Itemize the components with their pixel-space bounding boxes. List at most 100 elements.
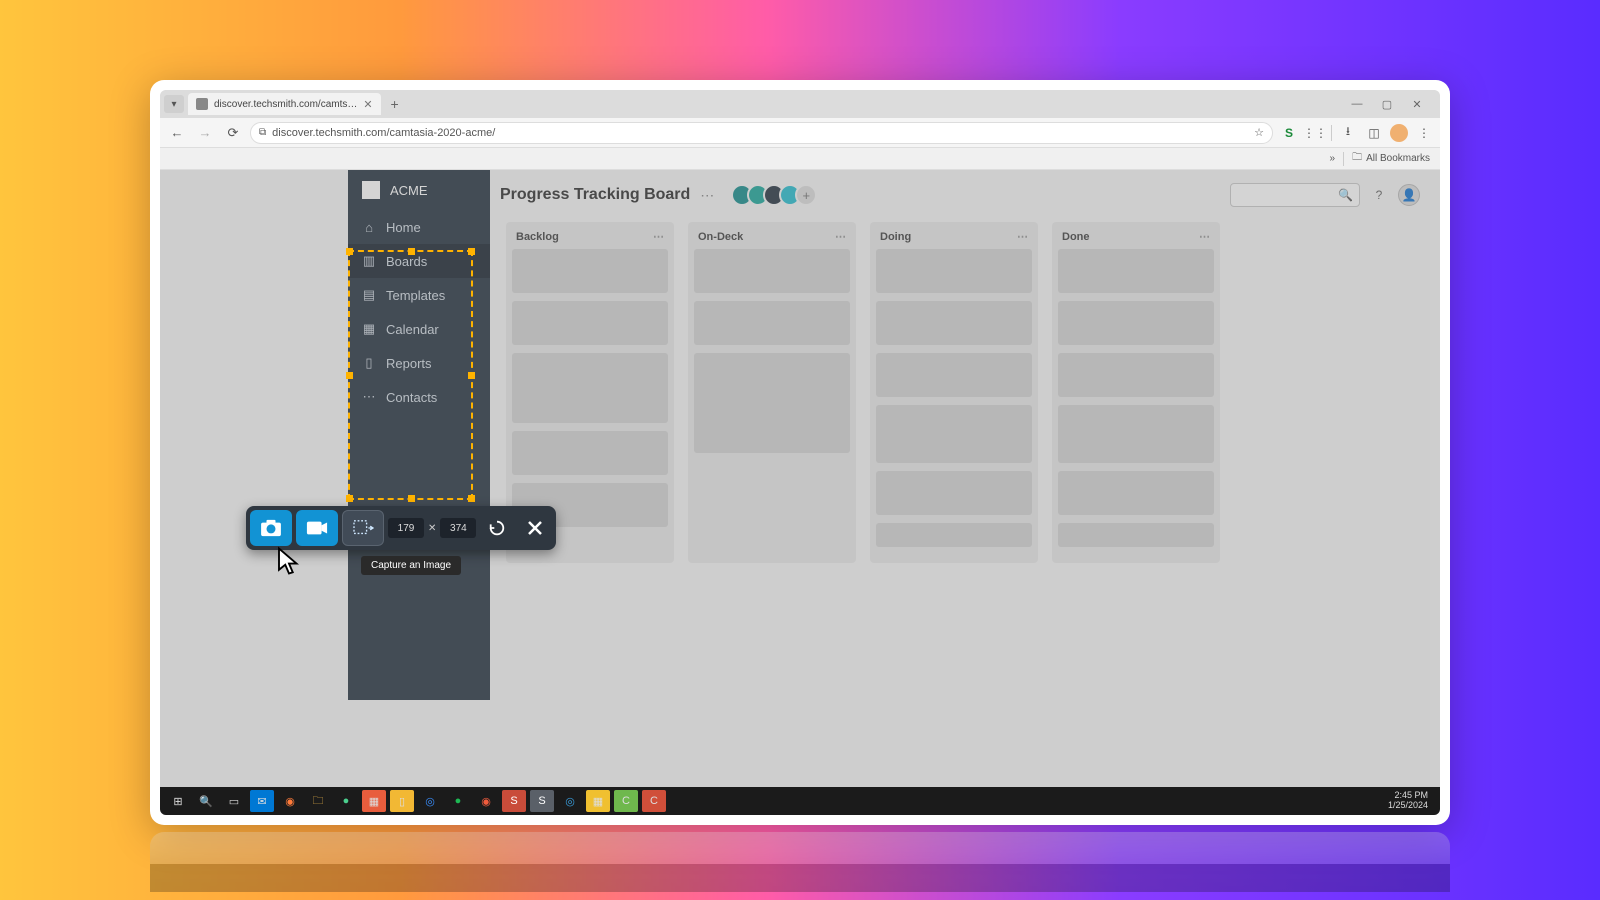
- extensions-icon[interactable]: ⋮⋮: [1305, 123, 1325, 143]
- board-card[interactable]: [1058, 353, 1214, 397]
- region-select-button[interactable]: [342, 510, 384, 546]
- column-title: Done: [1062, 231, 1090, 243]
- workspace-logo: [362, 181, 380, 199]
- reset-selection-button[interactable]: [480, 510, 514, 546]
- all-bookmarks-button[interactable]: 🗀 All Bookmarks: [1352, 150, 1430, 167]
- board-menu-icon[interactable]: ⋯: [700, 187, 715, 204]
- forward-button[interactable]: →: [194, 122, 216, 144]
- sidebar-item-reports[interactable]: ▯ Reports: [348, 346, 490, 380]
- minimize-button[interactable]: —: [1346, 98, 1368, 111]
- sidebar-label: Contacts: [386, 390, 437, 405]
- board-card[interactable]: [876, 471, 1032, 515]
- board-card[interactable]: [694, 353, 850, 453]
- downloads-icon[interactable]: ⭳: [1338, 123, 1358, 143]
- taskbar-app[interactable]: ◉: [474, 790, 498, 812]
- board-card[interactable]: [1058, 523, 1214, 547]
- taskbar-app[interactable]: ▦: [362, 790, 386, 812]
- selection-height[interactable]: 374: [440, 518, 476, 538]
- site-info-icon[interactable]: ⧉: [259, 127, 266, 138]
- taskbar-app[interactable]: ◎: [418, 790, 442, 812]
- column-menu-icon[interactable]: ⋯: [653, 230, 664, 243]
- cancel-capture-button[interactable]: [518, 510, 552, 546]
- taskbar-app[interactable]: S: [530, 790, 554, 812]
- sidebar-item-calendar[interactable]: ▦ Calendar: [348, 312, 490, 346]
- extension-snagit-icon[interactable]: S: [1279, 123, 1299, 143]
- board-column: Done ⋯: [1052, 222, 1220, 563]
- board-card[interactable]: [876, 301, 1032, 345]
- tab-search-button[interactable]: ▾: [164, 95, 184, 113]
- clock-date: 1/25/2024: [1388, 801, 1428, 811]
- taskbar-app[interactable]: C: [614, 790, 638, 812]
- board-card[interactable]: [1058, 301, 1214, 345]
- board-card[interactable]: [512, 353, 668, 423]
- column-menu-icon[interactable]: ⋯: [835, 230, 846, 243]
- close-tab-icon[interactable]: ✕: [363, 98, 372, 111]
- column-header: Done ⋯: [1058, 230, 1214, 249]
- board-card[interactable]: [694, 301, 850, 345]
- favicon: [196, 98, 208, 110]
- taskbar-app[interactable]: ▦: [586, 790, 610, 812]
- sidebar-item-contacts[interactable]: ⋯ Contacts: [348, 380, 490, 414]
- board-card[interactable]: [876, 405, 1032, 463]
- column-menu-icon[interactable]: ⋯: [1017, 230, 1028, 243]
- taskbar-app[interactable]: 🗀: [306, 790, 330, 812]
- board-card[interactable]: [512, 301, 668, 345]
- sidebar-label: Boards: [386, 254, 427, 269]
- board-card[interactable]: [876, 249, 1032, 293]
- sidebar-item-boards[interactable]: ▥ Boards: [348, 244, 490, 278]
- board-card[interactable]: [694, 249, 850, 293]
- profile-avatar[interactable]: [1390, 124, 1408, 142]
- board-card[interactable]: [1058, 249, 1214, 293]
- capture-image-button[interactable]: [250, 510, 292, 546]
- user-avatar-button[interactable]: 👤: [1398, 184, 1420, 206]
- browser-tabbar: ▾ discover.techsmith.com/camts… ✕ + — ▢ …: [160, 90, 1440, 118]
- system-clock[interactable]: 2:45 PM 1/25/2024: [1388, 791, 1434, 811]
- maximize-button[interactable]: ▢: [1376, 98, 1398, 111]
- board-search[interactable]: 🔍: [1230, 183, 1360, 207]
- sidebar-label: Reports: [386, 356, 432, 371]
- new-tab-button[interactable]: +: [385, 94, 405, 114]
- capture-tooltip: Capture an Image: [361, 556, 461, 575]
- board-column: Doing ⋯: [870, 222, 1038, 563]
- board-card[interactable]: [512, 431, 668, 475]
- taskbar-app[interactable]: ◎: [558, 790, 582, 812]
- sidebar-item-home[interactable]: ⌂ Home: [348, 210, 490, 244]
- column-title: Doing: [880, 231, 911, 243]
- taskbar-app[interactable]: ◉: [278, 790, 302, 812]
- taskbar-app[interactable]: C: [642, 790, 666, 812]
- start-button[interactable]: ⊞: [166, 790, 190, 812]
- bookmark-star-icon[interactable]: ☆: [1254, 126, 1264, 139]
- people-icon: ⋯: [362, 390, 376, 404]
- back-button[interactable]: ←: [166, 122, 188, 144]
- reload-button[interactable]: ⟳: [222, 122, 244, 144]
- undo-icon: [488, 519, 506, 537]
- add-member-button[interactable]: +: [795, 184, 817, 206]
- taskbar-app[interactable]: ▯: [390, 790, 414, 812]
- taskbar-app[interactable]: ●: [334, 790, 358, 812]
- bookmarks-overflow-icon[interactable]: »: [1330, 153, 1336, 164]
- board-card[interactable]: [1058, 405, 1214, 463]
- board-card[interactable]: [1058, 471, 1214, 515]
- dimension-x: ✕: [428, 523, 436, 534]
- close-button[interactable]: ✕: [1406, 98, 1428, 111]
- board-card[interactable]: [876, 353, 1032, 397]
- taskbar-app[interactable]: ●: [446, 790, 470, 812]
- taskbar-app[interactable]: ✉: [250, 790, 274, 812]
- browser-tab[interactable]: discover.techsmith.com/camts… ✕: [188, 93, 381, 115]
- sidebar-item-templates[interactable]: ▤ Templates: [348, 278, 490, 312]
- address-bar[interactable]: ⧉ discover.techsmith.com/camtasia-2020-a…: [250, 122, 1273, 144]
- help-button[interactable]: ?: [1368, 184, 1390, 206]
- column-title: Backlog: [516, 231, 559, 243]
- capture-video-button[interactable]: [296, 510, 338, 546]
- taskbar-search[interactable]: 🔍: [194, 790, 218, 812]
- task-view-button[interactable]: ▭: [222, 790, 246, 812]
- sidepanel-icon[interactable]: ◫: [1364, 123, 1384, 143]
- selection-width[interactable]: 179: [388, 518, 424, 538]
- taskbar-app[interactable]: S: [502, 790, 526, 812]
- column-menu-icon[interactable]: ⋯: [1199, 230, 1210, 243]
- board-card[interactable]: [512, 249, 668, 293]
- board-card[interactable]: [876, 523, 1032, 547]
- template-icon: ▤: [362, 288, 376, 302]
- workspace-header[interactable]: ACME: [348, 170, 490, 210]
- menu-icon[interactable]: ⋮: [1414, 123, 1434, 143]
